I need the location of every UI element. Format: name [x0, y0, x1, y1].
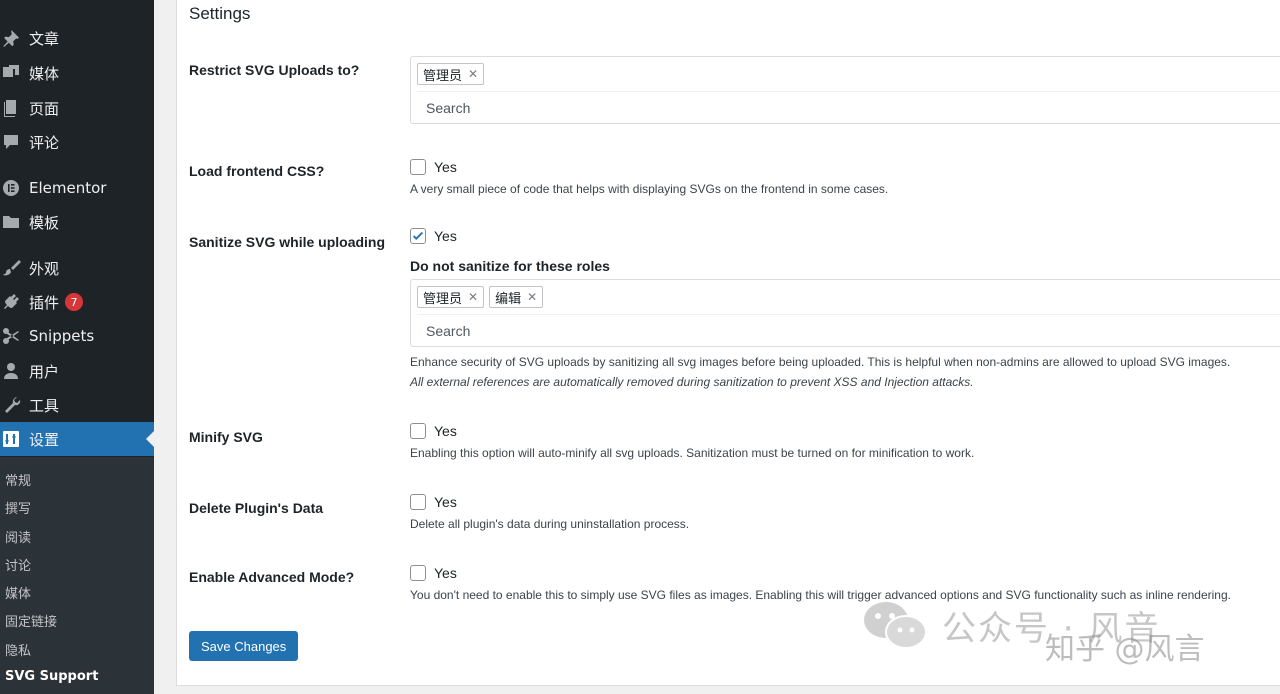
- frontend-css-description: A very small piece of code that helps wi…: [410, 182, 889, 196]
- advanced-mode-checkbox-label: Yes: [434, 565, 457, 581]
- remove-tag-icon[interactable]: ✕: [527, 290, 537, 304]
- sidebar-item-label: Elementor: [29, 179, 107, 197]
- sidebar-item-label: 用户: [29, 362, 60, 381]
- sidebar-item-label: 媒体: [29, 64, 60, 83]
- sanitize-checkbox-label: Yes: [434, 228, 457, 244]
- elementor-icon: [0, 178, 28, 198]
- sidebar-item-templates[interactable]: 模板: [0, 205, 154, 239]
- page-title: Settings: [189, 4, 251, 23]
- role-tag: 编辑 ✕: [489, 286, 544, 308]
- sidebar-item-label: 外观: [29, 259, 60, 278]
- frontend-css-option[interactable]: Yes: [410, 159, 457, 175]
- delete-data-description: Delete all plugin's data during uninstal…: [410, 517, 690, 531]
- submenu-item-media[interactable]: 媒体: [5, 583, 31, 602]
- minify-option[interactable]: Yes: [410, 423, 457, 439]
- delete-data-option[interactable]: Yes: [410, 494, 457, 510]
- comment-icon: [0, 132, 28, 152]
- submenu-item-privacy[interactable]: 隐私: [5, 640, 31, 659]
- restrict-roles-select[interactable]: 管理员 ✕ Search: [410, 56, 1280, 124]
- sidebar-item-snippets[interactable]: Snippets: [0, 319, 154, 353]
- submenu-item-reading[interactable]: 阅读: [5, 527, 31, 546]
- exempt-roles-search[interactable]: Search: [417, 314, 1280, 346]
- advanced-mode-option[interactable]: Yes: [410, 565, 457, 581]
- sidebar-item-label: 页面: [29, 99, 60, 118]
- restrict-uploads-label: Restrict SVG Uploads to?: [189, 62, 360, 78]
- sidebar-item-label: 设置: [29, 430, 60, 449]
- minify-label: Minify SVG: [189, 429, 263, 445]
- sidebar-item-users[interactable]: 用户: [0, 354, 154, 388]
- sidebar-item-label: 模板: [29, 213, 60, 232]
- sanitize-note: All external references are automaticall…: [410, 375, 974, 389]
- sidebar-item-label: 评论: [29, 133, 60, 152]
- remove-tag-icon[interactable]: ✕: [468, 67, 478, 81]
- update-count-badge: 7: [65, 293, 84, 311]
- wrench-icon: [0, 395, 28, 415]
- submenu-item-general[interactable]: 常规: [5, 470, 31, 489]
- settings-submenu: 常规 撰写 阅读 讨论 媒体 固定链接 隐私 SVG Support: [0, 457, 154, 694]
- settings-panel: Settings Restrict SVG Uploads to? 管理员 ✕ S…: [176, 0, 1280, 686]
- exempt-roles-select[interactable]: 管理员 ✕ 编辑 ✕ Search: [410, 279, 1280, 347]
- sanitize-option[interactable]: Yes: [410, 228, 457, 244]
- sidebar-item-label: 插件: [29, 293, 60, 312]
- role-tag: 管理员 ✕: [417, 63, 485, 85]
- brush-icon: [0, 258, 28, 278]
- media-icon: [0, 63, 28, 83]
- minify-checkbox-label: Yes: [434, 423, 457, 439]
- frontend-css-checkbox[interactable]: [410, 159, 426, 175]
- delete-data-checkbox-label: Yes: [434, 494, 457, 510]
- sidebar-item-settings[interactable]: 设置: [0, 422, 154, 456]
- sidebar-item-elementor[interactable]: Elementor: [0, 171, 154, 205]
- submenu-item-permalinks[interactable]: 固定链接: [5, 611, 57, 630]
- pin-icon: [0, 28, 28, 48]
- role-tag-label: 管理员: [423, 67, 463, 83]
- frontend-css-label: Load frontend CSS?: [189, 163, 325, 179]
- frontend-css-checkbox-label: Yes: [434, 159, 457, 175]
- watermark-text-secondary: 知乎 @风言: [1045, 632, 1205, 667]
- advanced-mode-checkbox[interactable]: [410, 565, 426, 581]
- remove-tag-icon[interactable]: ✕: [468, 290, 478, 304]
- minify-checkbox[interactable]: [410, 423, 426, 439]
- user-icon: [0, 361, 28, 381]
- delete-data-label: Delete Plugin's Data: [189, 500, 324, 516]
- submenu-item-discussion[interactable]: 讨论: [5, 555, 31, 574]
- checkmark-icon: [412, 231, 424, 240]
- sidebar-item-posts[interactable]: 文章: [0, 21, 154, 55]
- minify-description: Enabling this option will auto-minify al…: [410, 446, 975, 460]
- role-tag-label: 管理员: [423, 290, 463, 306]
- page-icon: [0, 98, 28, 118]
- admin-sidebar: 文章 媒体 页面 评论 Elementor 模板 外观 插件 7 Snippet…: [0, 0, 154, 694]
- sidebar-item-label: 工具: [29, 396, 60, 415]
- delete-data-checkbox[interactable]: [410, 494, 426, 510]
- sidebar-item-appearance[interactable]: 外观: [0, 251, 154, 285]
- save-changes-button[interactable]: Save Changes: [189, 631, 299, 661]
- scissors-icon: [0, 326, 28, 346]
- sanitize-checkbox[interactable]: [410, 228, 426, 244]
- sidebar-item-comments[interactable]: 评论: [0, 125, 154, 159]
- sidebar-item-tools[interactable]: 工具: [0, 388, 154, 422]
- exempt-roles-heading: Do not sanitize for these roles: [410, 258, 610, 274]
- settings-icon: [0, 429, 28, 449]
- plugin-icon: [0, 292, 28, 312]
- sanitize-label: Sanitize SVG while uploading: [189, 234, 386, 250]
- role-tag-label: 编辑: [495, 290, 522, 306]
- role-tag: 管理员 ✕: [417, 286, 485, 308]
- wechat-icon: [864, 602, 927, 649]
- sidebar-item-label: 文章: [29, 29, 60, 48]
- folder-icon: [0, 212, 28, 232]
- restrict-roles-search[interactable]: Search: [417, 91, 1280, 123]
- advanced-mode-label: Enable Advanced Mode?: [189, 569, 355, 585]
- sidebar-item-media[interactable]: 媒体: [0, 56, 154, 90]
- submenu-item-writing[interactable]: 撰写: [5, 498, 31, 517]
- sidebar-item-label: Snippets: [29, 327, 95, 345]
- sidebar-item-pages[interactable]: 页面: [0, 91, 154, 125]
- sidebar-item-plugins[interactable]: 插件 7: [0, 285, 154, 319]
- submenu-item-svg-support[interactable]: SVG Support: [5, 669, 98, 684]
- sanitize-description: Enhance security of SVG uploads by sanit…: [410, 355, 1231, 369]
